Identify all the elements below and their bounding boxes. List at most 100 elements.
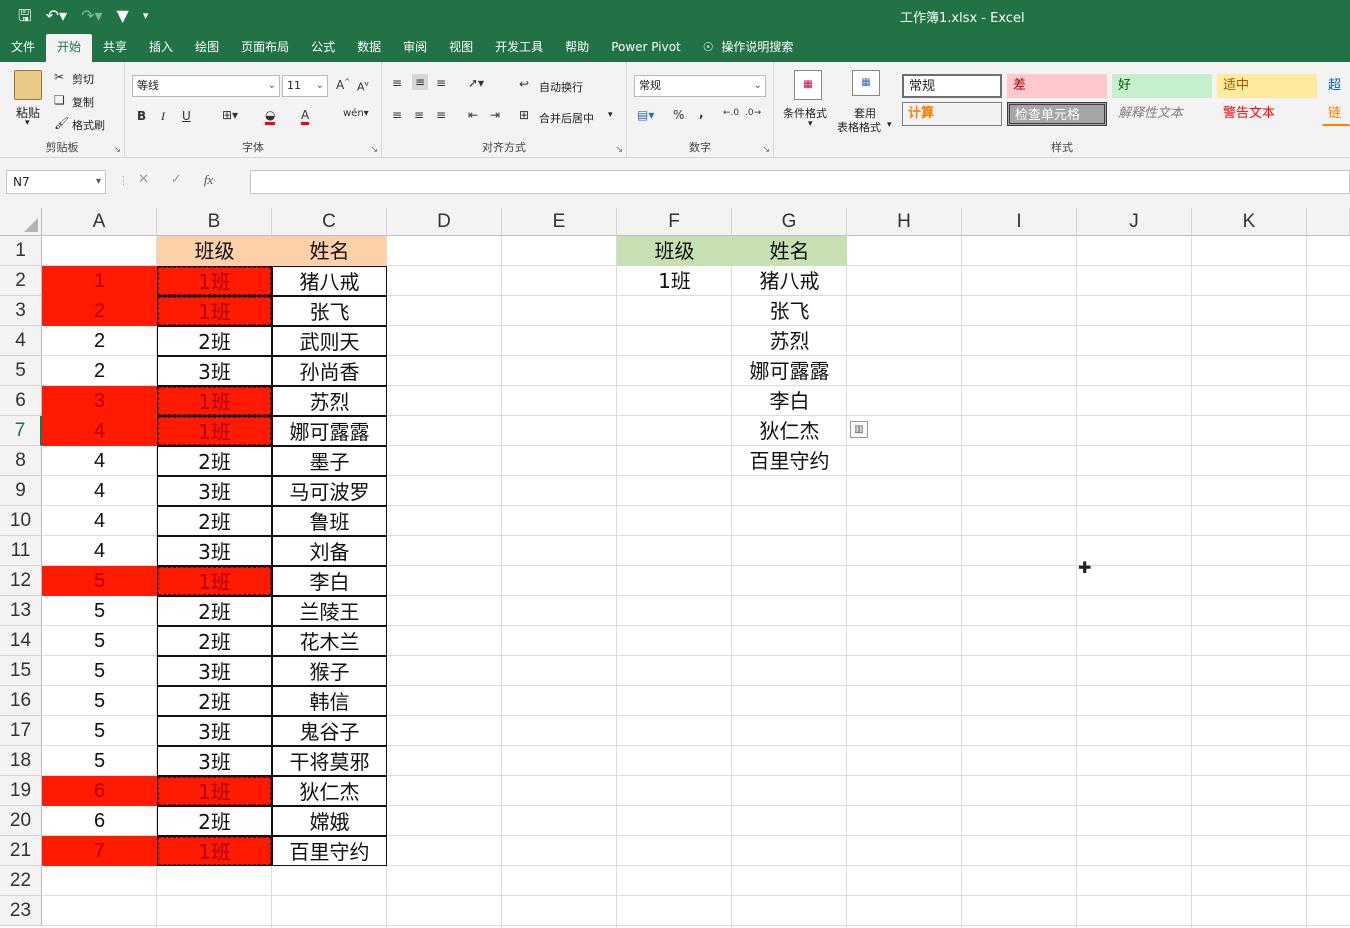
cell-c14[interactable]: 花木兰 [272,626,387,656]
result-name-cell[interactable]: 李白 [732,386,847,416]
decrease-decimal-icon[interactable]: .0→ [745,108,761,118]
row-header-9[interactable]: 9 [0,476,42,506]
tab-8[interactable]: 审阅 [392,34,438,62]
column-header-l[interactable] [1307,208,1350,236]
font-size-select[interactable]: 11 ⌄ [282,75,328,97]
cell-b18[interactable]: 3班 [157,746,272,776]
cell-c11[interactable]: 刘备 [272,536,387,566]
column-header-d[interactable]: D [387,208,502,236]
result-header-name-cell[interactable]: 姓名 [732,236,847,266]
row-header-3[interactable]: 3 [0,296,42,326]
style-linked-cell[interactable]: 链接 [1322,102,1350,126]
tab-12[interactable]: Power Pivot [600,34,692,62]
font-color-icon[interactable]: A [301,108,310,125]
increase-font-icon[interactable]: A^ [336,78,350,92]
tab-2[interactable]: 共享 [92,34,138,62]
cell-a5[interactable]: 2 [42,356,157,386]
undo-icon[interactable]: ↶▾ [46,6,67,26]
row-header-16[interactable]: 16 [0,686,42,716]
row-header-8[interactable]: 8 [0,446,42,476]
border-icon[interactable]: ⊞▾ [222,108,238,122]
row-header-18[interactable]: 18 [0,746,42,776]
cell-c17[interactable]: 鬼谷子 [272,716,387,746]
tab-0[interactable]: 文件 [0,34,46,62]
style-normal[interactable]: 常规 [902,74,1002,98]
row-header-15[interactable]: 15 [0,656,42,686]
insert-function-button[interactable]: fx [204,172,213,188]
cell-a15[interactable]: 5 [42,656,157,686]
paste-options-icon[interactable]: ▥ [850,421,868,438]
percent-button[interactable]: % [673,108,684,122]
tab-1[interactable]: 开始 [46,34,93,62]
row-header-13[interactable]: 13 [0,596,42,626]
cell-b15[interactable]: 3班 [157,656,272,686]
tab-9[interactable]: 视图 [438,34,484,62]
cell-a8[interactable]: 4 [42,446,157,476]
decrease-font-icon[interactable]: Av [357,80,369,94]
column-header-c[interactable]: C [272,208,387,236]
align-left-icon[interactable]: ≡ [392,108,402,122]
cell-b3[interactable]: 1班 [157,296,272,326]
conditional-format-button[interactable]: 条件格式 [783,105,827,121]
number-format-select[interactable]: 常规 ⌄ [634,75,766,97]
row-header-10[interactable]: 10 [0,506,42,536]
tab-13[interactable]: ☉ 操作说明搜索 [692,34,805,62]
increase-indent-icon[interactable]: ⇥ [490,108,500,122]
align-right-icon[interactable]: ≡ [436,108,446,122]
italic-button[interactable]: I [161,109,165,124]
cell-c21[interactable]: 百里守约 [272,836,387,866]
cell-c6[interactable]: 苏烈 [272,386,387,416]
redo-icon[interactable]: ↷▾ [81,6,102,26]
cell-a20[interactable]: 6 [42,806,157,836]
cell-c13[interactable]: 兰陵王 [272,596,387,626]
cell-c9[interactable]: 马可波罗 [272,476,387,506]
underline-button[interactable]: U [182,109,191,123]
cell-b16[interactable]: 2班 [157,686,272,716]
cell-a14[interactable]: 5 [42,626,157,656]
column-header-i[interactable]: I [962,208,1077,236]
row-header-5[interactable]: 5 [0,356,42,386]
cell-b12[interactable]: 1班 [157,566,272,596]
cell-a3[interactable]: 2 [42,296,157,326]
cell-b6[interactable]: 1班 [157,386,272,416]
decrease-indent-icon[interactable]: ⇤ [468,108,478,122]
style-bad[interactable]: 差 [1007,74,1107,98]
style-check-cell[interactable]: 检查单元格 [1007,102,1107,126]
cell-b20[interactable]: 2班 [157,806,272,836]
column-header-g[interactable]: G [732,208,847,236]
row-header-7[interactable]: 7 [0,416,42,446]
cell-c10[interactable]: 鲁班 [272,506,387,536]
header-class-cell[interactable]: 班级 [157,236,272,266]
accounting-icon[interactable]: ▤▾ [637,108,654,122]
enter-icon[interactable]: ✓ [171,172,182,188]
tab-5[interactable]: 页面布局 [230,34,300,62]
clipboard-expand-icon[interactable]: ↘ [113,145,121,155]
cell-b7[interactable]: 1班 [157,416,272,446]
cell-b10[interactable]: 2班 [157,506,272,536]
row-header-12[interactable]: 12 [0,566,42,596]
copy-button[interactable]: 复制 [72,94,94,110]
row-header-11[interactable]: 11 [0,536,42,566]
cell-b8[interactable]: 2班 [157,446,272,476]
cell-c8[interactable]: 墨子 [272,446,387,476]
tab-6[interactable]: 公式 [300,34,346,62]
phonetic-icon[interactable]: wén▾ [343,108,369,119]
font-name-select[interactable]: 等线 ⌄ [132,75,280,97]
row-header-14[interactable]: 14 [0,626,42,656]
tab-10[interactable]: 开发工具 [484,34,554,62]
tab-7[interactable]: 数据 [346,34,392,62]
save-icon[interactable]: 🖫 [18,6,32,26]
column-header-f[interactable]: F [617,208,732,236]
cell-b14[interactable]: 2班 [157,626,272,656]
cell-a2[interactable]: 1 [42,266,157,296]
result-name-cell[interactable]: 猪八戒 [732,266,847,296]
align-bottom-icon[interactable]: ≡ [436,76,446,90]
column-header-a[interactable]: A [42,208,157,236]
style-good[interactable]: 好 [1112,74,1212,98]
fill-color-icon[interactable]: ◒ [265,108,276,125]
bold-button[interactable]: B [137,109,146,123]
style-calculation[interactable]: 计算 [902,102,1002,126]
cell-c12[interactable]: 李白 [272,566,387,596]
cell-a6[interactable]: 3 [42,386,157,416]
comma-button[interactable]: , [699,106,704,120]
